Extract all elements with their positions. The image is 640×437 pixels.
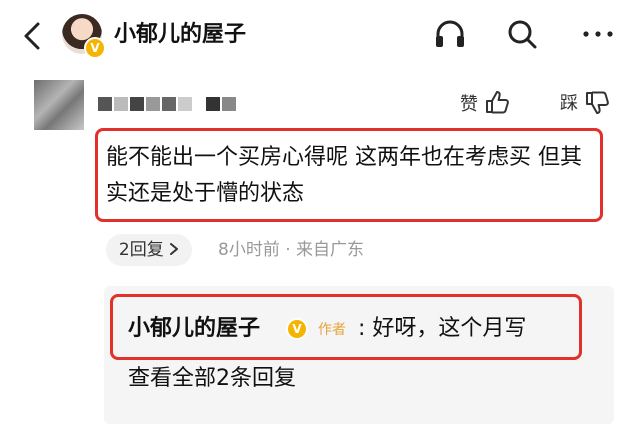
search-button[interactable] <box>504 16 540 52</box>
dislike-label: 踩 <box>560 93 578 114</box>
commenter-name-redacted <box>98 96 248 111</box>
verified-badge: V <box>84 37 106 59</box>
commenter-avatar[interactable] <box>34 80 84 130</box>
like-button[interactable]: 赞 <box>460 90 510 119</box>
like-label: 赞 <box>460 94 478 115</box>
headphones-button[interactable] <box>432 16 468 52</box>
reply-count-button[interactable]: 2回复 <box>106 234 192 266</box>
more-button[interactable] <box>580 16 616 52</box>
comment-text: 能不能出一个买房心得呢 这两年也在考虑买 但其实还是处于懵的状态 <box>106 145 582 206</box>
more-icon <box>583 31 613 37</box>
headphones-icon <box>436 20 464 47</box>
reply-count-label: 2回复 <box>118 240 164 260</box>
search-icon <box>508 20 537 49</box>
view-all-replies-link[interactable]: 查看全部2条回复 <box>128 364 296 394</box>
chevron-left-icon <box>24 22 40 50</box>
comment-meta: 8小时前 · 来自广东 <box>218 240 365 260</box>
author-tag: 作者 <box>318 322 346 338</box>
page-title: 小郁儿的屋子 <box>114 22 247 47</box>
back-button[interactable] <box>14 16 54 56</box>
chevron-right-icon <box>170 243 179 255</box>
dislike-button[interactable]: 踩 <box>560 90 610 118</box>
verified-badge: V <box>286 318 308 340</box>
reply-author[interactable]: 小郁儿的屋子 <box>128 314 260 344</box>
reply-text: : 好呀，这个月写 <box>358 316 527 341</box>
thumbs-up-icon <box>485 91 509 114</box>
thumbs-down-icon <box>585 91 609 114</box>
